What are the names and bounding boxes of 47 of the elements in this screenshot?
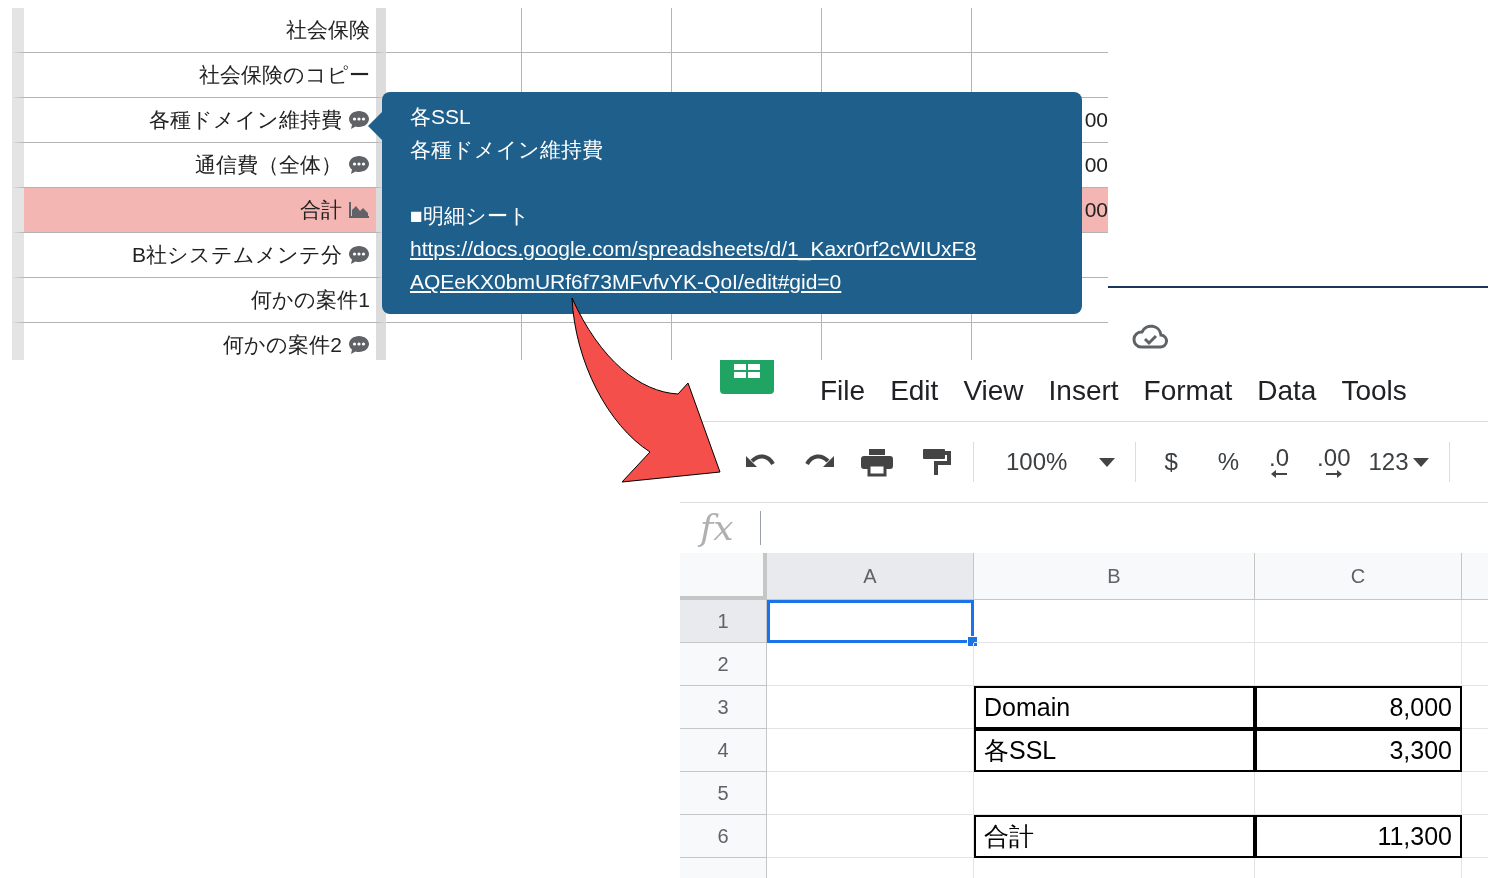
- left-arrow-icon: [1271, 470, 1288, 478]
- print-icon[interactable]: [859, 447, 895, 477]
- row-header[interactable]: 2: [680, 643, 767, 686]
- table-cell[interactable]: 合計: [974, 815, 1255, 858]
- menu-item[interactable]: Insert: [1048, 369, 1119, 412]
- row-header[interactable]: 1: [680, 600, 767, 643]
- column-header[interactable]: C: [1255, 553, 1462, 600]
- tooltip-text: 各SSL: [410, 104, 471, 130]
- row-header[interactable]: 5: [680, 772, 767, 815]
- row-label-cell[interactable]: 何かの案件2: [12, 323, 386, 360]
- comment-icon: [348, 245, 370, 265]
- tooltip-text: 各種ドメイン維持費: [410, 137, 603, 163]
- table-cell[interactable]: 11,300: [1255, 815, 1462, 858]
- comment-icon: [348, 335, 370, 355]
- menu-item[interactable]: Data: [1257, 369, 1317, 412]
- row-header[interactable]: 4: [680, 729, 767, 772]
- menu-item[interactable]: Tools: [1341, 369, 1407, 412]
- row-header[interactable]: 6: [680, 815, 767, 858]
- table-cell[interactable]: Domain: [974, 686, 1255, 729]
- menu-item[interactable]: View: [963, 369, 1024, 412]
- comment-icon: [348, 155, 370, 175]
- zoom-dropdown[interactable]: 100%: [1006, 444, 1116, 480]
- area-chart-icon: [348, 201, 370, 219]
- tooltip-heading: ■明細シート: [410, 203, 530, 229]
- increase-decimals-button[interactable]: .00: [1317, 446, 1351, 478]
- number-format-dropdown[interactable]: 123: [1368, 444, 1429, 480]
- cloud-saved-icon: [1132, 322, 1168, 350]
- column-header[interactable]: B: [974, 553, 1255, 600]
- spreadsheet-link[interactable]: https://docs.google.com/spreadsheets/d/1_Kaxr0rf2cWIUxF8AQEeKX0bmURf6f73MFvfvYK-QoI/edit#gid=0: [410, 232, 985, 298]
- decrease-decimals-button[interactable]: .0: [1269, 446, 1290, 478]
- menu-item[interactable]: Format: [1143, 369, 1233, 412]
- menu-item[interactable]: File: [820, 369, 866, 412]
- table-cell[interactable]: 8,000: [1255, 686, 1462, 729]
- right-arrow-icon: [1325, 470, 1342, 478]
- percent-format-button[interactable]: %: [1217, 444, 1240, 480]
- select-all-corner[interactable]: [680, 553, 767, 600]
- row-header[interactable]: 3: [680, 686, 767, 729]
- table-cell[interactable]: 3,300: [1255, 729, 1462, 772]
- menu-item[interactable]: Edit: [890, 369, 939, 412]
- column-header[interactable]: A: [767, 553, 974, 600]
- currency-format-button[interactable]: $: [1164, 444, 1178, 480]
- caret-icon: [1412, 457, 1429, 467]
- column-header[interactable]: [1462, 553, 1488, 600]
- comment-icon: [348, 110, 370, 130]
- table-cell[interactable]: 各SSL: [974, 729, 1255, 772]
- caret-icon: [1099, 457, 1116, 467]
- fill-handle[interactable]: [967, 636, 978, 647]
